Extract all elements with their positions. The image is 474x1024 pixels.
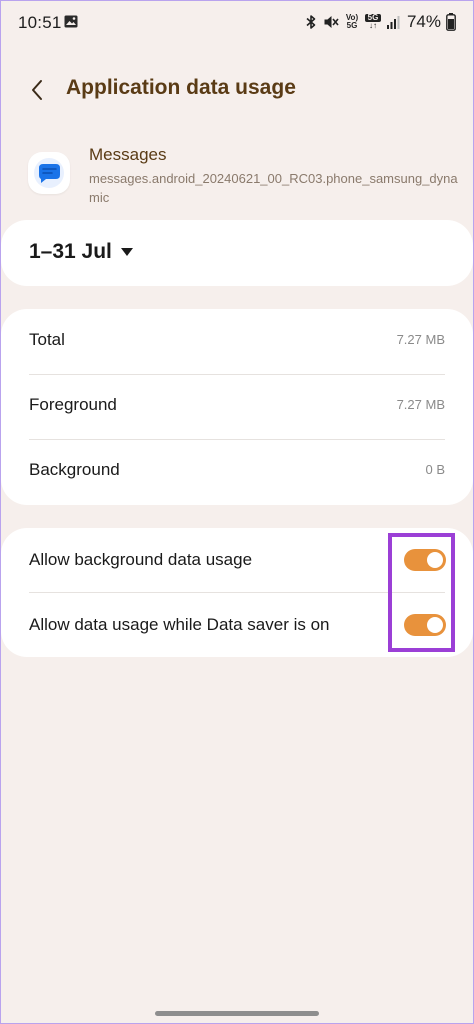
usage-background-label: Background (29, 460, 120, 479)
messages-logo-icon (34, 158, 64, 188)
setting-data-saver[interactable]: Allow data usage while Data saver is on (1, 593, 473, 657)
status-time: 10:51 (18, 13, 62, 32)
screen-border (0, 0, 474, 1024)
back-button[interactable] (20, 72, 54, 108)
usage-row-total: Total 7.27 MB (1, 309, 473, 374)
date-range-label: 1–31 Jul (29, 240, 112, 263)
data-saver-toggle[interactable] (404, 614, 446, 636)
usage-row-background: Background 0 B (1, 439, 473, 504)
background-data-toggle[interactable] (404, 549, 446, 571)
app-package-name: messages.android_20240621_00_RC03.phone_… (89, 171, 458, 205)
setting-data-saver-label: Allow data usage while Data saver is on (29, 615, 330, 634)
data-settings-card: Allow background data usage Allow data u… (1, 528, 473, 657)
data-arrows-icon: ↓↑ (368, 21, 377, 30)
signal-icon (386, 16, 400, 29)
usage-total-label: Total (29, 330, 65, 349)
bluetooth-icon (306, 15, 316, 29)
volte-icon: Vo) 5G (344, 14, 360, 30)
app-name: Messages (89, 145, 167, 164)
status-bar: 10:51 Vo) 5G 5G ↓↑ 74% (0, 0, 474, 46)
setting-background-data-label: Allow background data usage (29, 550, 253, 569)
gallery-icon (64, 15, 78, 28)
battery-icon (446, 13, 456, 31)
page-title: Application data usage (66, 76, 296, 99)
dropdown-triangle-icon (121, 248, 133, 256)
chevron-left-icon (32, 80, 42, 100)
volte-5g-label: 5G (346, 21, 358, 30)
usage-row-foreground: Foreground 7.27 MB (1, 374, 473, 439)
usage-summary-card: Total 7.27 MB Foreground 7.27 MB Backgro… (1, 309, 473, 505)
usage-foreground-value: 7.27 MB (396, 397, 445, 412)
5g-icon: 5G ↓↑ (364, 14, 381, 30)
usage-background-value: 0 B (425, 462, 445, 477)
messages-app-icon (28, 152, 70, 194)
status-icons: Vo) 5G 5G ↓↑ 74% (304, 12, 456, 32)
setting-background-data[interactable]: Allow background data usage (1, 528, 473, 592)
usage-total-value: 7.27 MB (396, 332, 445, 347)
battery-percent: 74% (406, 12, 441, 31)
navigation-handle[interactable] (155, 1011, 319, 1016)
toggle-knob (427, 552, 443, 568)
usage-foreground-label: Foreground (29, 395, 117, 414)
mute-icon (324, 16, 339, 28)
toggle-knob (427, 617, 443, 633)
date-range-selector[interactable]: 1–31 Jul (1, 220, 473, 286)
